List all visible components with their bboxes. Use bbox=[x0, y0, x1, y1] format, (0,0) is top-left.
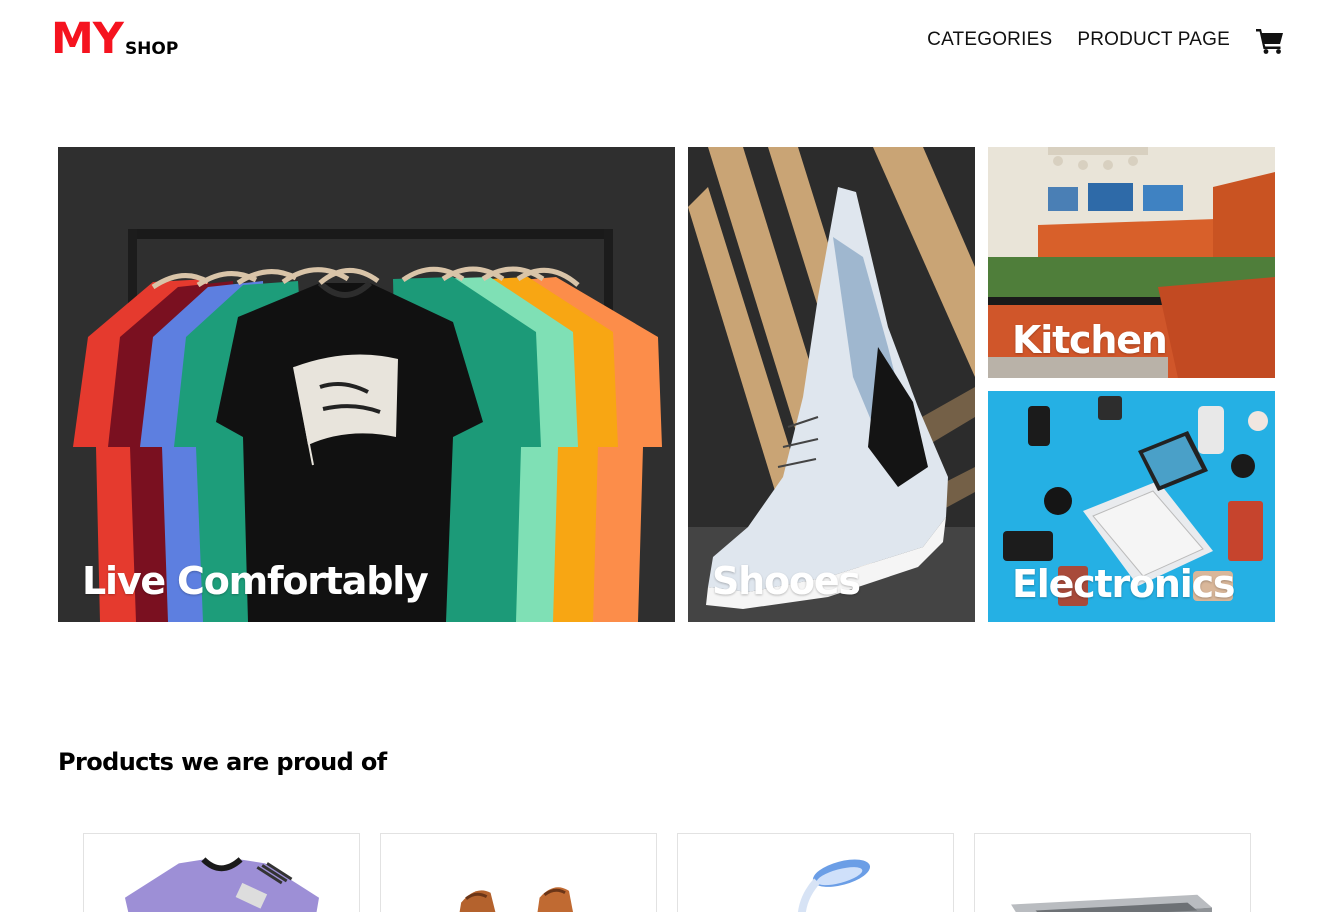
product-card-lamp[interactable] bbox=[677, 833, 954, 912]
hero-tile-electronics[interactable]: Electronics bbox=[988, 391, 1275, 622]
products-section-title: Products we are proud of bbox=[58, 748, 387, 776]
nav-link-categories[interactable]: CATEGORIES bbox=[927, 29, 1052, 51]
nav-link-product-page[interactable]: PRODUCT PAGE bbox=[1077, 29, 1230, 51]
product-card-sink[interactable] bbox=[974, 833, 1251, 912]
clothing-rack-image bbox=[58, 147, 675, 622]
logo-sub-text: SHOP bbox=[124, 39, 179, 59]
product-card-jersey[interactable] bbox=[83, 833, 360, 912]
hero-tile-shoes[interactable]: Shooes bbox=[688, 147, 975, 622]
hero-tile-kitchen[interactable]: Kitchen bbox=[988, 147, 1275, 378]
sneaker-image bbox=[688, 147, 975, 622]
hero-label-electronics: Electronics bbox=[1012, 562, 1236, 606]
steel-sink-product-image bbox=[1011, 894, 1212, 912]
hero-label-clothing: Live Comfortably bbox=[82, 559, 429, 603]
hero-label-shoes: Shooes bbox=[712, 559, 861, 603]
main-nav: CATEGORIES PRODUCT PAGE bbox=[927, 26, 1285, 54]
product-card-shoes[interactable] bbox=[380, 833, 657, 912]
logo[interactable]: MY SHOP bbox=[51, 16, 178, 62]
logo-main-text: MY bbox=[51, 14, 124, 64]
desk-lamp-product-image bbox=[798, 859, 871, 912]
hero-label-kitchen: Kitchen bbox=[1012, 318, 1168, 362]
jersey-product-image bbox=[124, 857, 320, 912]
shopping-cart-icon[interactable] bbox=[1255, 26, 1285, 54]
hero-tile-clothing[interactable]: Live Comfortably bbox=[58, 147, 675, 622]
site-header: MY SHOP CATEGORIES PRODUCT PAGE bbox=[0, 0, 1337, 90]
brown-shoes-product-image bbox=[459, 887, 574, 912]
